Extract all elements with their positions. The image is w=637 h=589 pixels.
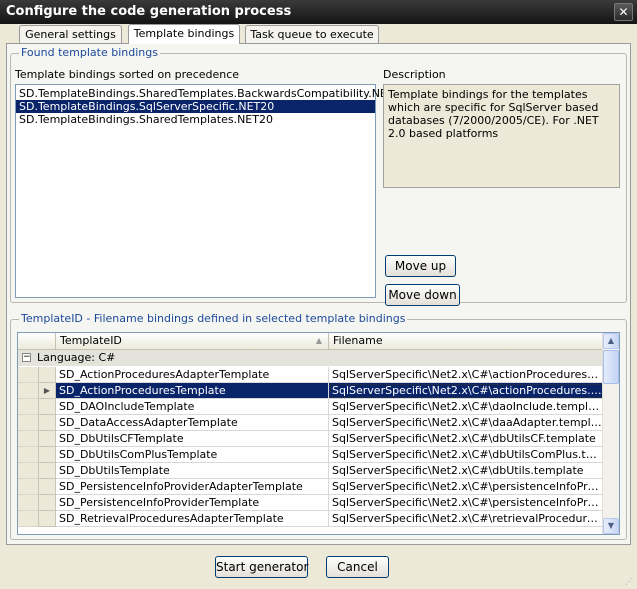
list-item[interactable]: SD.TemplateBindings.SharedTemplates.NET2…: [16, 113, 375, 126]
group-row-label: Language: C#: [37, 351, 116, 364]
description-label: Description: [383, 68, 446, 81]
templateid-cell[interactable]: SD_PersistenceInfoProviderAdapterTemplat…: [56, 479, 329, 495]
start-generator-button[interactable]: Start generator: [215, 556, 308, 578]
row-selector[interactable]: [38, 447, 56, 463]
row-indent: [18, 495, 38, 511]
title-bar[interactable]: Configure the code generation process ✕: [0, 0, 637, 24]
collapse-icon[interactable]: −: [22, 353, 31, 362]
tab-task-queue[interactable]: Task queue to execute: [245, 25, 379, 44]
tab-general-settings[interactable]: General settings: [19, 25, 122, 44]
bindings-grid[interactable]: TemplateID ▲ Filename − Language: C# SD_…: [17, 332, 620, 535]
filename-cell[interactable]: SqlServerSpecific\Net2.x\C#\dbUtils.temp…: [329, 463, 604, 479]
row-indent: [18, 399, 38, 415]
templateid-cell[interactable]: SD_PersistenceInfoProviderTemplate: [56, 495, 329, 511]
window-title: Configure the code generation process: [6, 4, 292, 19]
table-row[interactable]: SD_PersistenceInfoProviderAdapterTemplat…: [18, 479, 604, 495]
filename-cell[interactable]: SqlServerSpecific\Net2.x\C#\persistenceI…: [329, 495, 604, 511]
row-indent: [18, 511, 38, 527]
row-selector[interactable]: ▶: [38, 383, 56, 399]
row-selector[interactable]: [38, 367, 56, 383]
row-selector[interactable]: [38, 415, 56, 431]
filename-cell[interactable]: SqlServerSpecific\Net2.x\C#\dbUtilsComPl…: [329, 447, 604, 463]
table-row[interactable]: SD_DataAccessAdapterTemplate SqlServerSp…: [18, 415, 604, 431]
templateid-cell[interactable]: SD_DbUtilsComPlusTemplate: [56, 447, 329, 463]
filename-cell[interactable]: SqlServerSpecific\Net2.x\C#\dbUtilsCF.te…: [329, 431, 604, 447]
filename-cell[interactable]: SqlServerSpecific\Net2.x\C#\actionProced…: [329, 383, 604, 399]
scroll-down-button[interactable]: ▼: [603, 518, 619, 534]
row-selector[interactable]: [38, 399, 56, 415]
templateid-cell[interactable]: SD_RetrievalProceduresAdapterTemplate: [56, 511, 329, 527]
scroll-thumb[interactable]: [603, 350, 619, 384]
found-bindings-group: Found template bindings Template binding…: [10, 46, 627, 306]
filename-cell[interactable]: SqlServerSpecific\Net2.x\C#\daoInclude.t…: [329, 399, 604, 415]
scroll-up-button[interactable]: ▲: [603, 333, 619, 349]
cancel-button[interactable]: Cancel: [326, 556, 389, 578]
filename-cell[interactable]: SqlServerSpecific\Net2.x\C#\actionProced…: [329, 367, 604, 383]
vertical-scrollbar[interactable]: ▲ ▼: [602, 333, 619, 534]
filename-cell[interactable]: SqlServerSpecific\Net2.x\C#\daaAdapter.t…: [329, 415, 604, 431]
list-item-selected[interactable]: SD.TemplateBindings.SqlServerSpecific.NE…: [16, 100, 375, 113]
tab-template-bindings[interactable]: Template bindings: [128, 24, 240, 44]
column-header-filename[interactable]: Filename: [329, 333, 604, 349]
current-row-arrow-icon: ▶: [43, 386, 51, 395]
table-row[interactable]: SD_DbUtilsCFTemplate SqlServerSpecific\N…: [18, 431, 604, 447]
row-indent: [18, 431, 38, 447]
row-selector[interactable]: [38, 495, 56, 511]
resize-grip-icon[interactable]: ⋰: [625, 577, 635, 587]
bindings-list-label: Template bindings sorted on precedence: [15, 68, 240, 81]
header-spacer: [18, 333, 56, 349]
description-box: Template bindings for the templates whic…: [383, 84, 620, 188]
table-row[interactable]: SD_ActionProceduresAdapterTemplate SqlSe…: [18, 367, 604, 383]
column-header-templateid[interactable]: TemplateID ▲: [56, 333, 329, 349]
group-label: TemplateID - Filename bindings defined i…: [19, 312, 408, 325]
dialog-window: Configure the code generation process ✕ …: [0, 0, 637, 589]
template-id-group: TemplateID - Filename bindings defined i…: [10, 312, 627, 540]
move-up-button[interactable]: Move up: [385, 255, 456, 277]
group-label: Found template bindings: [19, 46, 160, 59]
list-item[interactable]: SD.TemplateBindings.SharedTemplates.Back…: [16, 87, 408, 100]
row-indent: [18, 463, 38, 479]
templateid-cell[interactable]: SD_DAOIncludeTemplate: [56, 399, 329, 415]
row-selector[interactable]: [38, 463, 56, 479]
row-indent: [18, 447, 38, 463]
table-row[interactable]: SD_PersistenceInfoProviderTemplate SqlSe…: [18, 495, 604, 511]
chevron-down-icon: ▼: [607, 521, 615, 530]
close-icon: ✕: [618, 5, 629, 19]
tab-bar: General settings Template bindings Task …: [0, 24, 637, 44]
grid-header: TemplateID ▲ Filename: [18, 333, 604, 350]
table-row[interactable]: SD_RetrievalProceduresAdapterTemplate Sq…: [18, 511, 604, 527]
templateid-cell[interactable]: SD_ActionProceduresAdapterTemplate: [56, 367, 329, 383]
column-header-label: TemplateID: [60, 334, 122, 347]
templateid-cell[interactable]: SD_DbUtilsCFTemplate: [56, 431, 329, 447]
table-row-selected[interactable]: ▶ SD_ActionProceduresTemplate SqlServerS…: [18, 383, 604, 399]
templateid-cell[interactable]: SD_DataAccessAdapterTemplate: [56, 415, 329, 431]
row-indent: [18, 383, 38, 399]
row-selector[interactable]: [38, 479, 56, 495]
row-indent: [18, 367, 38, 383]
bindings-listbox[interactable]: SD.TemplateBindings.SharedTemplates.Back…: [15, 84, 408, 298]
table-row[interactable]: SD_DbUtilsTemplate SqlServerSpecific\Net…: [18, 463, 604, 479]
templateid-cell[interactable]: SD_ActionProceduresTemplate: [56, 383, 329, 399]
templateid-cell[interactable]: SD_DbUtilsTemplate: [56, 463, 329, 479]
sort-ascending-icon: ▲: [315, 336, 322, 345]
move-down-button[interactable]: Move down: [385, 284, 460, 306]
filename-cell[interactable]: SqlServerSpecific\Net2.x\C#\retrievalPro…: [329, 511, 604, 527]
language-group-row[interactable]: − Language: C#: [18, 350, 604, 366]
tab-panel: Found template bindings Template binding…: [6, 43, 631, 545]
row-indent: [18, 479, 38, 495]
row-selector[interactable]: [38, 431, 56, 447]
table-row[interactable]: SD_DAOIncludeTemplate SqlServerSpecific\…: [18, 399, 604, 415]
filename-cell[interactable]: SqlServerSpecific\Net2.x\C#\persistenceI…: [329, 479, 604, 495]
chevron-up-icon: ▲: [607, 336, 615, 345]
row-indent: [18, 415, 38, 431]
table-row[interactable]: SD_DbUtilsComPlusTemplate SqlServerSpeci…: [18, 447, 604, 463]
close-button[interactable]: ✕: [614, 3, 633, 21]
row-selector[interactable]: [38, 511, 56, 527]
